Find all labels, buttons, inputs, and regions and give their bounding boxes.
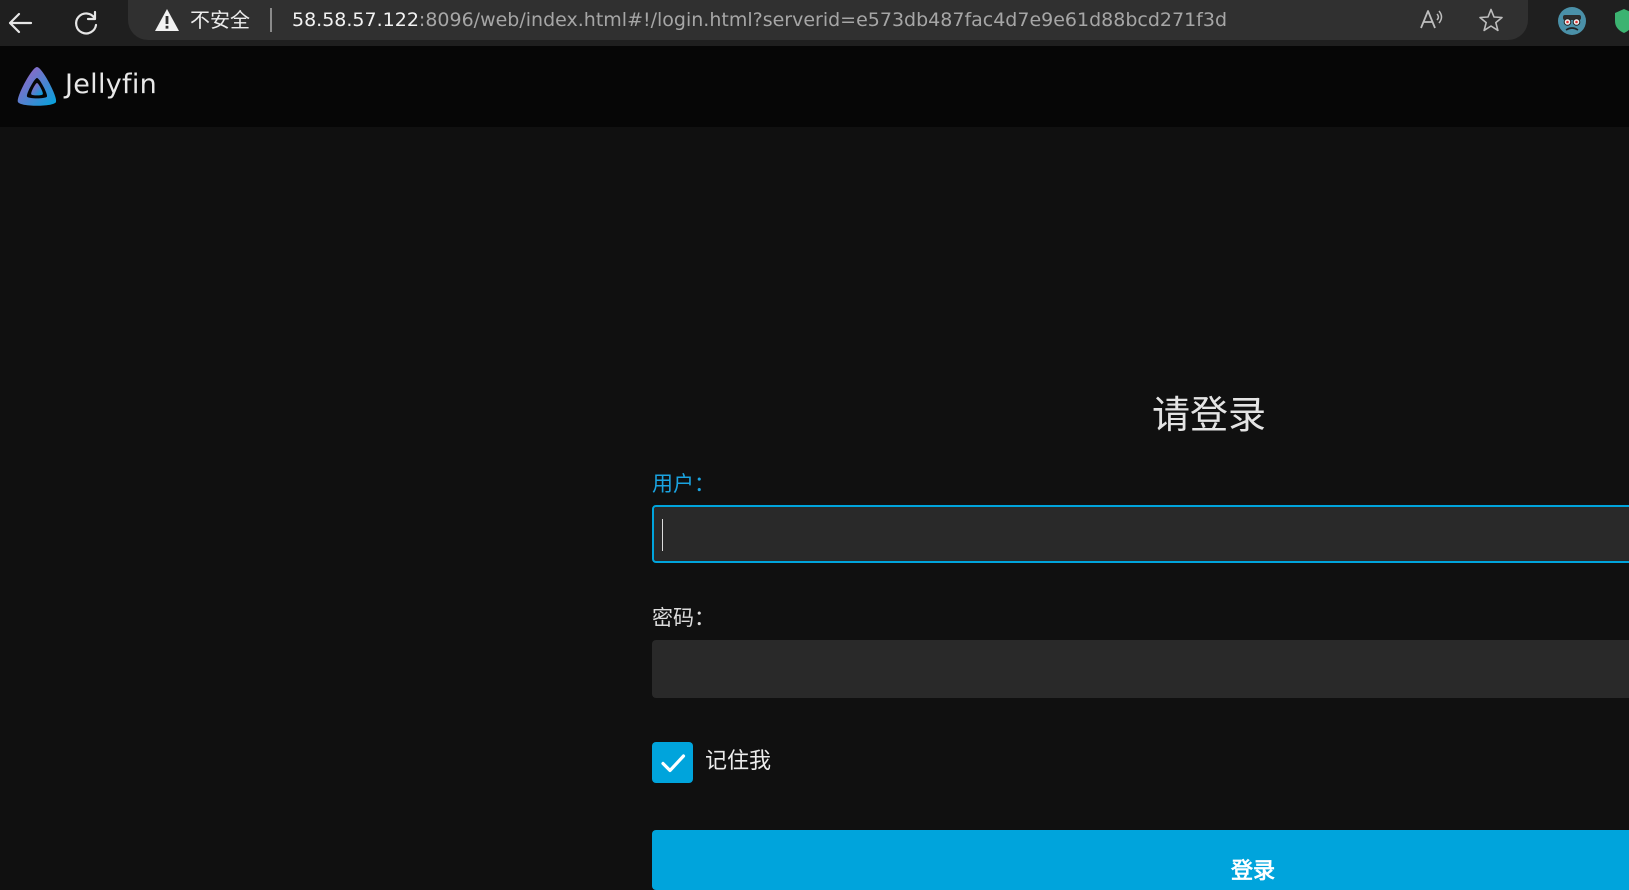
brand-name[interactable]: Jellyfin: [65, 68, 157, 102]
username-label: 用户：: [652, 472, 715, 496]
favorite-star-icon: [1479, 8, 1503, 32]
page-title: 请登录: [1152, 393, 1267, 437]
checkmark-icon: [660, 753, 685, 772]
profile-icon[interactable]: [1556, 5, 1588, 37]
remember-me-checkbox[interactable]: [652, 742, 693, 783]
back-arrow-icon: [8, 12, 33, 34]
reload-button[interactable]: [68, 5, 104, 41]
jellyfin-logo-icon[interactable]: [14, 64, 60, 110]
remember-me-label[interactable]: 记住我: [705, 747, 771, 777]
url-path: :8096/web/index.html#!/login.html?server…: [418, 9, 1228, 31]
address-bar[interactable]: 不安全 58.58.57.122:8096/web/index.html#!/l…: [128, 0, 1528, 40]
favorite-button[interactable]: [1476, 5, 1506, 35]
read-aloud-icon: [1420, 10, 1443, 29]
url-text[interactable]: 58.58.57.122:8096/web/index.html#!/login…: [292, 6, 1227, 34]
browser-toolbar: 不安全 58.58.57.122:8096/web/index.html#!/l…: [0, 0, 1629, 46]
password-label: 密码：: [652, 606, 715, 630]
login-button[interactable]: 登录: [652, 830, 1629, 890]
address-separator: [270, 8, 272, 32]
app-header: Jellyfin: [0, 46, 1629, 127]
username-input[interactable]: [652, 505, 1629, 563]
warning-icon: [155, 9, 179, 31]
read-aloud-button[interactable]: [1416, 5, 1446, 35]
url-host: 58.58.57.122: [292, 9, 419, 31]
back-button[interactable]: [2, 5, 38, 41]
login-page: 请登录 用户： 密码： 记住我 登录: [0, 127, 1629, 890]
reload-icon: [75, 10, 98, 35]
security-status-label[interactable]: 不安全: [190, 7, 250, 33]
text-caret: [662, 519, 663, 551]
password-input[interactable]: [652, 640, 1629, 698]
extension-shield-icon[interactable]: [1614, 8, 1629, 34]
